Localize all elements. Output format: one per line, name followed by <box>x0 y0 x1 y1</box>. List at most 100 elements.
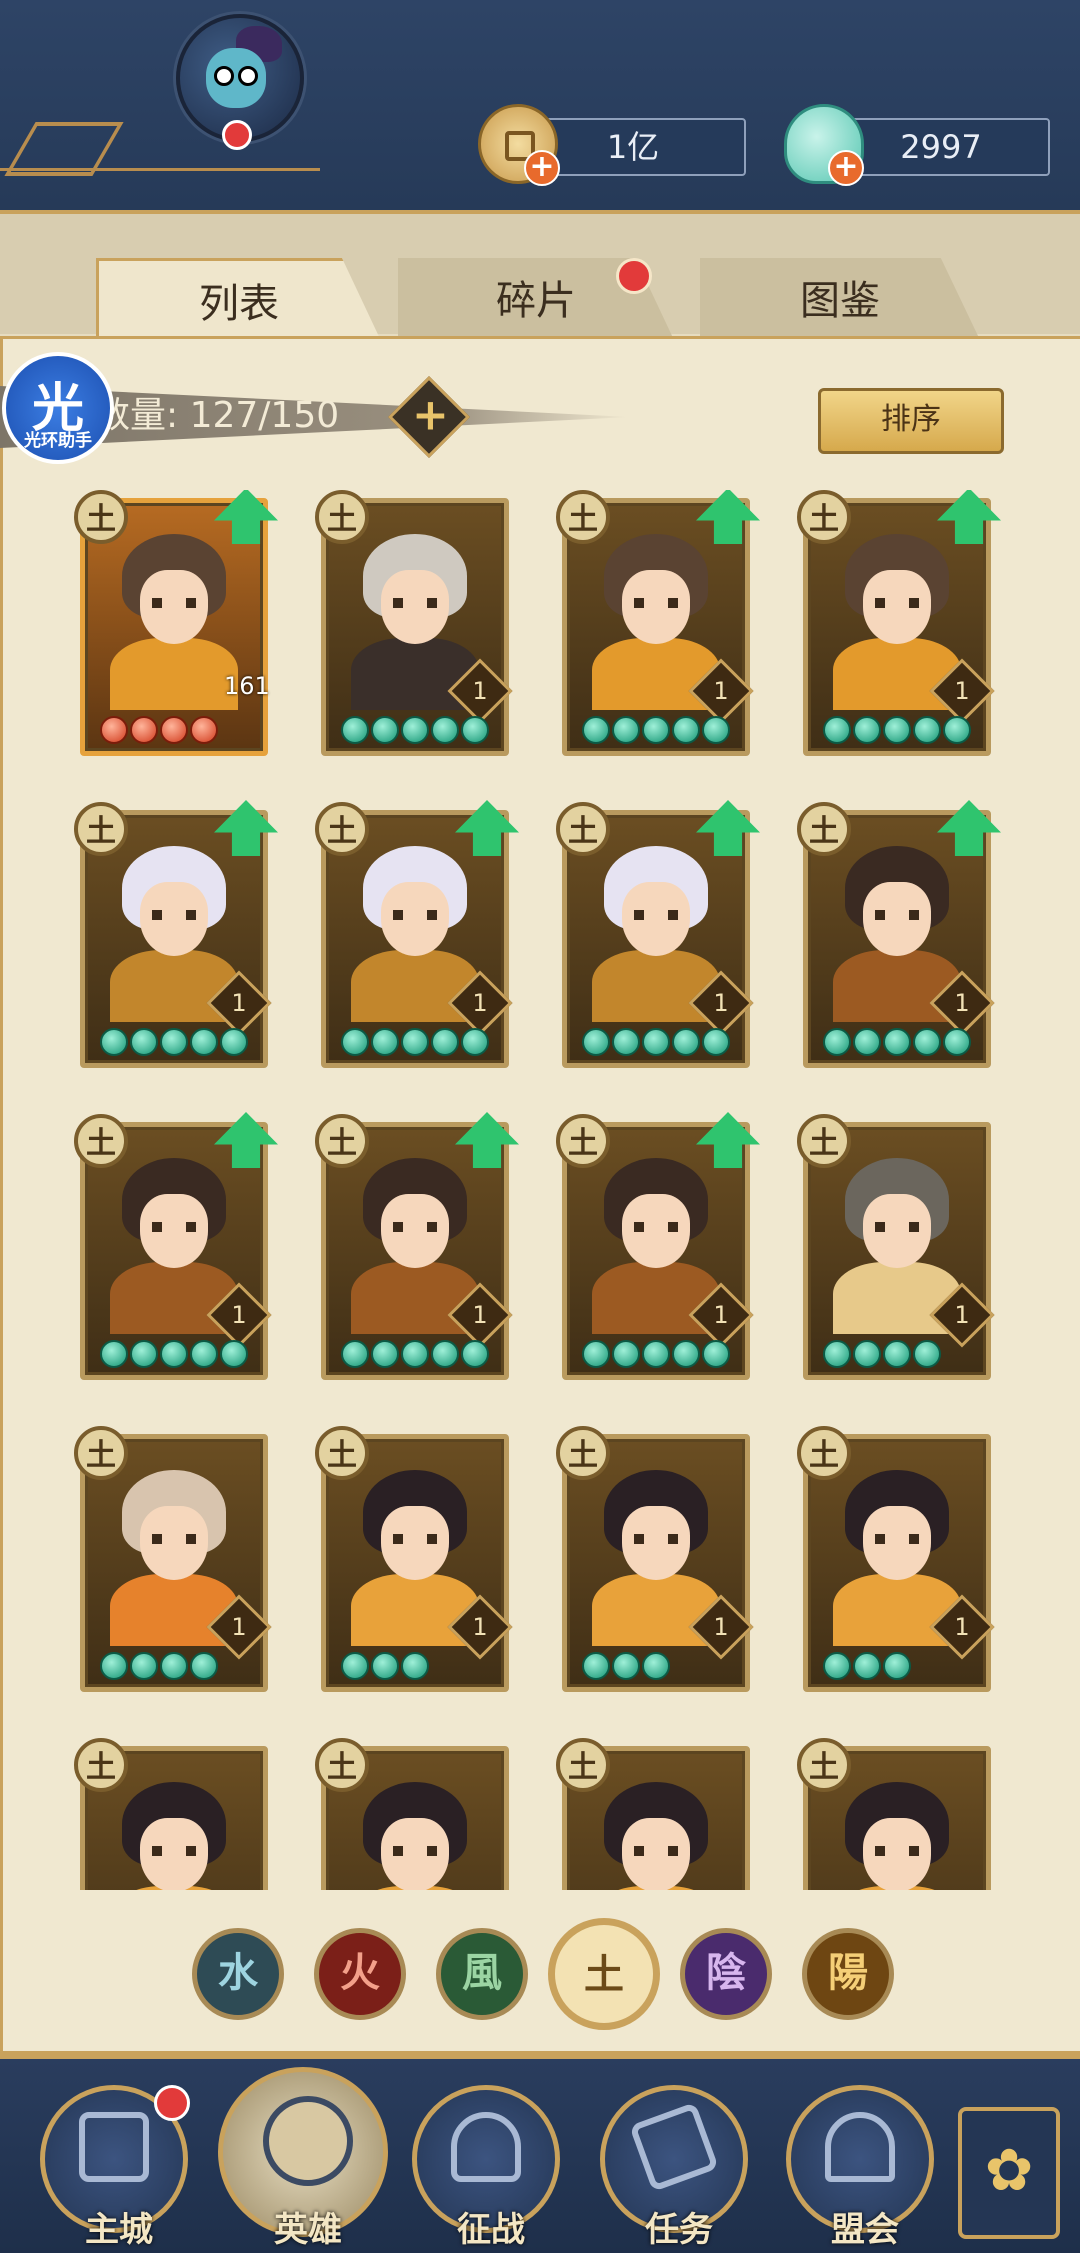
filter-earth-button[interactable]: 土 <box>548 1918 660 2030</box>
hero-level: 1 <box>472 677 488 705</box>
star-orb-icon <box>461 1340 489 1368</box>
earth-element-icon: 土 <box>74 802 128 856</box>
earth-element-icon: 土 <box>74 490 128 544</box>
star-orb-icon <box>371 716 399 744</box>
add-jade-button[interactable]: + <box>828 150 864 186</box>
star-orb-icon <box>431 716 459 744</box>
star-orb-icon <box>371 1028 399 1056</box>
hero-level: 1 <box>954 1301 970 1329</box>
hero-card[interactable]: 土1 <box>315 1426 515 1694</box>
star-orb-icon <box>853 1652 881 1680</box>
hero-card[interactable]: 土1 <box>797 800 1001 1070</box>
star-orb-icon <box>160 1652 188 1680</box>
hero-card[interactable]: 土1 <box>556 800 760 1070</box>
nav-label: 英雄 <box>274 2210 342 2250</box>
earth-element-icon: 土 <box>315 490 369 544</box>
more-menu-button[interactable]: ✿ <box>958 2107 1060 2239</box>
hero-eyes <box>875 598 919 608</box>
hero-card[interactable]: 土 <box>556 1738 756 1890</box>
earth-element-icon: 土 <box>797 802 851 856</box>
earth-element-icon: 土 <box>556 1738 610 1792</box>
star-orb-icon <box>853 1340 881 1368</box>
hero-level: 1 <box>954 989 970 1017</box>
hero-card[interactable]: 土1 <box>74 800 278 1070</box>
avatar-eye <box>238 66 258 86</box>
nav-guild[interactable]: 盟会 <box>786 2085 934 2250</box>
hero-eyes <box>634 1534 678 1544</box>
hero-level: 161 <box>224 672 270 700</box>
hero-star-rating <box>823 1652 911 1682</box>
hero-eyes <box>393 1534 437 1544</box>
hero-level: 1 <box>713 677 729 705</box>
nav-label: 主城 <box>85 2210 153 2250</box>
earth-element-icon: 土 <box>74 1738 128 1792</box>
add-coins-button[interactable]: + <box>524 150 560 186</box>
hero-card[interactable]: 土1 <box>797 490 1001 758</box>
hero-card[interactable]: 土1 <box>556 1112 760 1382</box>
hero-level: 1 <box>231 989 247 1017</box>
hero-card[interactable]: 土1 <box>315 800 519 1070</box>
star-orb-icon <box>823 1028 851 1056</box>
hero-card[interactable]: 土1 <box>315 1112 519 1382</box>
nav-heroes[interactable]: 英雄 <box>218 2067 388 2250</box>
star-orb-icon <box>100 1652 128 1680</box>
star-orb-icon <box>672 1028 700 1056</box>
sort-button[interactable]: 排序 <box>818 388 1004 454</box>
hero-star-rating <box>823 716 971 746</box>
earth-element-icon: 土 <box>315 802 369 856</box>
hero-card[interactable]: 土1 <box>556 490 760 758</box>
hero-card[interactable]: 土1 <box>315 490 515 758</box>
hero-card[interactable]: 土1 <box>797 1426 997 1694</box>
hero-card[interactable]: 土1 <box>74 1112 278 1382</box>
hero-card[interactable]: 土 <box>74 1738 274 1890</box>
star-orb-icon <box>883 1028 911 1056</box>
filter-fire-button[interactable]: 火 <box>314 1928 406 2020</box>
star-orb-icon <box>913 716 941 744</box>
hero-card[interactable]: 土 161 <box>74 490 278 758</box>
hero-eyes <box>152 910 196 920</box>
hero-card[interactable]: 土 <box>797 1738 997 1890</box>
filter-wind-button[interactable]: 風 <box>436 1928 528 2020</box>
hero-eyes <box>152 1222 196 1232</box>
star-orb-icon <box>160 716 188 744</box>
star-orb-icon <box>642 1028 670 1056</box>
star-orb-icon <box>672 1340 700 1368</box>
hero-star-rating <box>582 1340 730 1370</box>
filter-yin-button[interactable]: 陰 <box>680 1928 772 2020</box>
filter-water-button[interactable]: 水 <box>192 1928 284 2020</box>
assistant-label: 光环助手 <box>24 431 92 451</box>
earth-element-icon: 土 <box>797 490 851 544</box>
star-orb-icon <box>160 1028 188 1056</box>
star-orb-icon <box>431 1340 459 1368</box>
plus-icon: + <box>411 389 449 441</box>
nav-tasks[interactable]: 任务 <box>600 2085 748 2250</box>
hero-card[interactable]: 土1 <box>556 1426 756 1694</box>
element-filter-bar: 水 火 風 土 陰 陽 <box>192 1918 894 2030</box>
hero-card[interactable]: 土1 <box>797 1114 997 1382</box>
earth-element-icon: 土 <box>74 1114 128 1168</box>
star-orb-icon <box>371 1652 399 1680</box>
star-orb-icon <box>642 716 670 744</box>
hero-star-rating <box>582 1652 670 1682</box>
hero-level: 1 <box>472 1613 488 1641</box>
hero-eyes <box>634 598 678 608</box>
hero-eyes <box>152 598 196 608</box>
coin-value: 1亿 <box>606 128 660 166</box>
hero-card[interactable]: 土 <box>315 1738 515 1890</box>
hero-card[interactable]: 土1 <box>74 1426 274 1694</box>
star-orb-icon <box>220 1340 248 1368</box>
star-orb-icon <box>582 716 610 744</box>
assistant-floating-button[interactable]: 光 光环助手 <box>2 352 114 464</box>
hero-portrait <box>827 1778 967 1890</box>
star-orb-icon <box>943 1028 971 1056</box>
pavilion-icon <box>825 2112 895 2182</box>
star-orb-icon <box>853 1028 881 1056</box>
hero-star-rating <box>341 716 489 746</box>
tab-list[interactable]: 列表 <box>96 258 382 343</box>
nav-campaign[interactable]: 征战 <box>412 2085 560 2250</box>
tab-codex[interactable]: 图鉴 <box>700 258 980 340</box>
filter-yang-button[interactable]: 陽 <box>802 1928 894 2020</box>
hero-eyes <box>634 1222 678 1232</box>
star-orb-icon <box>190 1340 218 1368</box>
star-orb-icon <box>943 716 971 744</box>
